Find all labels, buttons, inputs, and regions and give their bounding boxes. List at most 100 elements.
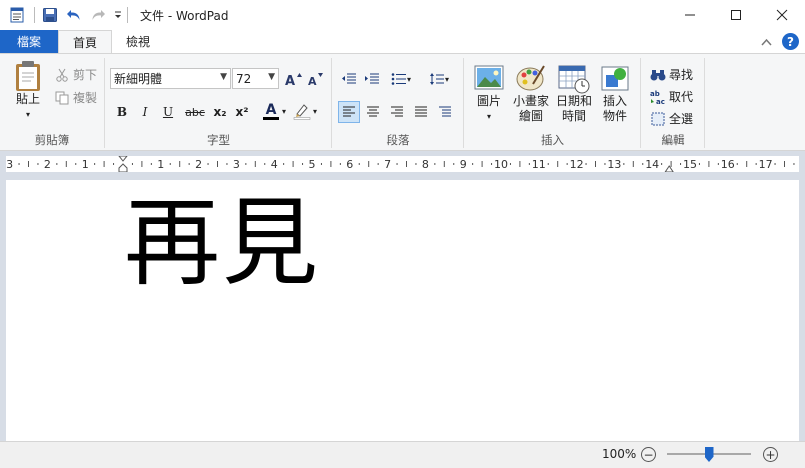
align-center-icon xyxy=(367,106,379,117)
zoom-percentage: 100% xyxy=(602,447,637,461)
shrink-font-button[interactable]: A xyxy=(305,68,327,90)
datetime-label-line1: 日期和 xyxy=(555,94,592,108)
clipboard-icon xyxy=(16,61,40,91)
increase-indent-button[interactable] xyxy=(361,68,383,90)
zoom-slider-thumb[interactable] xyxy=(704,447,714,462)
close-button[interactable] xyxy=(759,0,805,30)
tab-home[interactable]: 首頁 xyxy=(58,30,113,53)
zoom-in-button[interactable]: + xyxy=(763,447,778,462)
document-text[interactable]: 再見 xyxy=(124,188,320,298)
customize-qat-chevron-icon[interactable] xyxy=(113,6,123,24)
ruler-label: 9 xyxy=(460,158,467,171)
ruler-label: 1 xyxy=(82,158,89,171)
font-family-value: 新細明體 xyxy=(114,72,163,86)
ruler-label: 14 xyxy=(645,158,659,171)
maximize-button[interactable] xyxy=(713,0,759,30)
grow-font-icon: A xyxy=(285,73,302,86)
ruler[interactable]: 3 2 1 1 2 3 4 5 6 7 8 9 10 11 12 13 14 15 16 17 xyxy=(6,155,799,173)
cut-button[interactable]: 剪下 xyxy=(54,66,97,83)
collapse-ribbon-chevron-icon[interactable] xyxy=(761,35,772,49)
subscript-button[interactable]: x₂ xyxy=(209,101,231,123)
save-icon[interactable] xyxy=(41,6,59,24)
wordpad-app-icon[interactable] xyxy=(8,6,26,24)
window-title: 文件 - WordPad xyxy=(140,8,229,23)
line-spacing-button[interactable]: ▾ xyxy=(424,68,454,90)
bullet-list-icon xyxy=(391,73,406,85)
left-indent-marker[interactable] xyxy=(118,163,128,173)
picture-label: 圖片 xyxy=(476,94,501,108)
align-center-button[interactable] xyxy=(362,101,384,123)
ruler-label: 7 xyxy=(384,158,391,171)
paint-drawing-button[interactable]: 小畫家 繪圖 xyxy=(510,64,552,124)
superscript-button[interactable]: x² xyxy=(231,101,253,123)
paint-palette-icon xyxy=(516,65,545,91)
strikethrough-button[interactable]: abc xyxy=(181,101,209,123)
first-line-indent-marker[interactable] xyxy=(117,155,129,162)
tab-view[interactable]: 檢視 xyxy=(112,30,164,53)
object-label-line1: 插入 xyxy=(602,94,627,108)
font-size-select[interactable]: 72 ▼ xyxy=(232,68,279,89)
ruler-label: 5 xyxy=(309,158,316,171)
insert-group-label: 插入 xyxy=(541,133,564,147)
select-all-button[interactable]: 全選 xyxy=(650,110,693,127)
bullets-button[interactable]: ▾ xyxy=(386,68,416,90)
document-page[interactable]: 再見 xyxy=(6,180,799,441)
replace-button[interactable]: ab ac 取代 xyxy=(650,88,693,105)
paint-label-line1: 小畫家 xyxy=(512,94,549,108)
bullets-dropdown-icon: ▾ xyxy=(406,74,411,84)
zoom-out-button[interactable]: − xyxy=(641,447,656,462)
ruler-label: 11 xyxy=(532,158,546,171)
paste-button[interactable]: 貼上 ▾ xyxy=(8,60,48,122)
ruler-scale: 3 2 1 1 2 3 4 5 6 7 8 9 10 11 12 13 14 15 16 17 xyxy=(6,155,795,173)
find-button[interactable]: 尋找 xyxy=(650,66,693,83)
undo-icon[interactable] xyxy=(65,6,83,24)
date-time-button[interactable]: 日期和 時間 xyxy=(554,64,594,124)
select-all-icon xyxy=(650,111,666,127)
bold-button[interactable]: B xyxy=(111,101,133,123)
right-indent-marker[interactable] xyxy=(664,165,675,173)
font-size-dropdown-icon: ▼ xyxy=(268,72,275,82)
underline-button[interactable]: U xyxy=(157,101,179,123)
italic-button[interactable]: I xyxy=(134,101,156,123)
tab-file[interactable]: 檔案 xyxy=(0,30,58,53)
shrink-font-icon: A xyxy=(308,73,323,86)
justify-button[interactable] xyxy=(410,101,432,123)
minimize-button[interactable] xyxy=(667,0,713,30)
ruler-label: 15 xyxy=(683,158,697,171)
ruler-label: 3 xyxy=(233,158,240,171)
paste-dropdown-icon[interactable]: ▾ xyxy=(26,107,30,122)
ruler-label: 17 xyxy=(759,158,773,171)
decrease-indent-button[interactable] xyxy=(338,68,360,90)
line-spacing-icon xyxy=(429,73,444,85)
paragraph-settings-button[interactable] xyxy=(434,101,456,123)
clipboard-group: 貼上 ▾ 剪下 複製 剪貼簿 xyxy=(0,58,105,148)
ruler-label: 16 xyxy=(721,158,735,171)
grow-font-button[interactable]: A xyxy=(283,68,305,90)
qat-separator xyxy=(127,7,128,23)
copy-button[interactable]: 複製 xyxy=(54,89,97,106)
font-color-glyph: A xyxy=(265,101,277,118)
line-spacing-dropdown-icon: ▾ xyxy=(444,74,449,84)
align-left-icon xyxy=(343,106,355,117)
ruler-area: 3 2 1 1 2 3 4 5 6 7 8 9 10 11 12 13 14 15 16 17 xyxy=(0,151,805,179)
font-family-select[interactable]: 新細明體 ▼ xyxy=(110,68,231,89)
paste-label: 貼上 xyxy=(15,92,40,106)
align-left-button[interactable] xyxy=(338,101,360,123)
editing-group: 尋找 ab ac 取代 全選 編輯 xyxy=(642,58,705,148)
help-icon[interactable]: ? xyxy=(782,33,799,50)
picture-icon xyxy=(474,65,504,90)
svg-text:A: A xyxy=(308,75,317,86)
highlight-color-button[interactable]: ▾ xyxy=(289,100,321,122)
insert-object-button[interactable]: 插入 物件 xyxy=(597,64,633,124)
paragraph-icon xyxy=(439,106,451,117)
paragraph-group-label: 段落 xyxy=(386,133,410,147)
svg-text:ac: ac xyxy=(656,98,665,105)
font-color-button[interactable]: A ▾ xyxy=(256,100,286,122)
align-right-button[interactable] xyxy=(386,101,408,123)
picture-button[interactable]: 圖片 ▾ xyxy=(471,64,507,124)
svg-text:ab: ab xyxy=(650,90,660,98)
document-area: 再見 xyxy=(0,179,805,441)
svg-text:A: A xyxy=(285,74,295,86)
align-right-icon xyxy=(391,106,403,117)
redo-icon[interactable] xyxy=(89,6,107,24)
